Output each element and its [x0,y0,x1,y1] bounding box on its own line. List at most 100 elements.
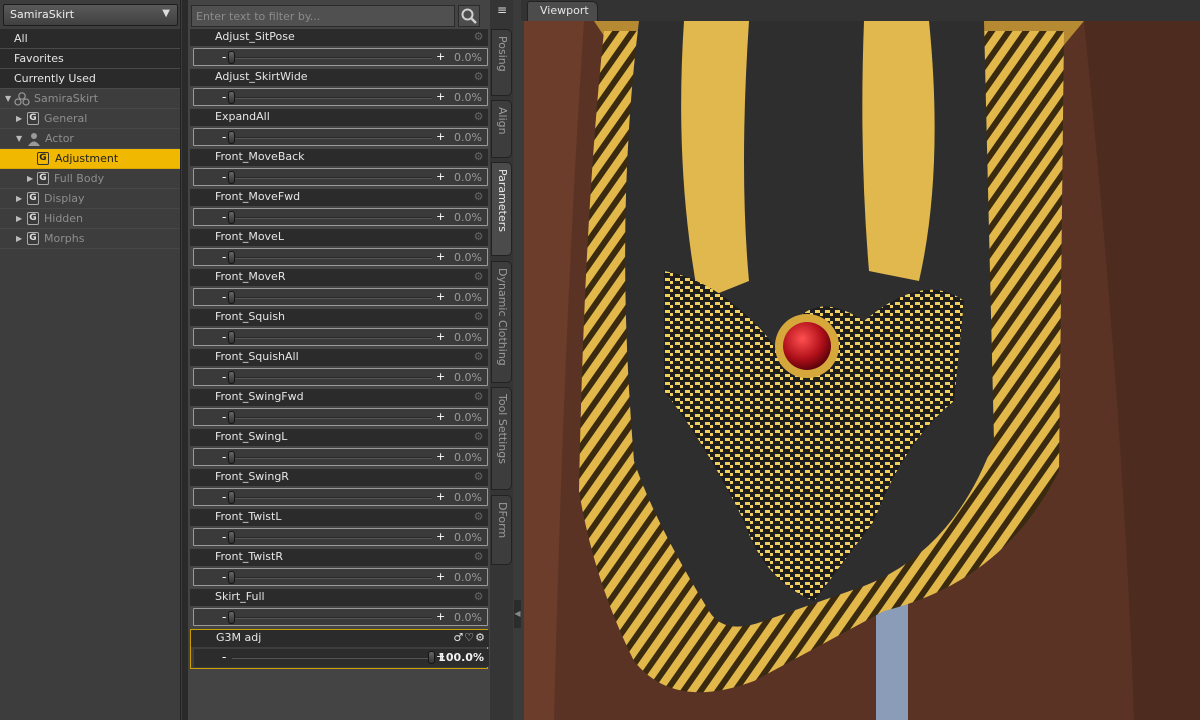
slider-adjust-skirtwide[interactable]: Adjust_SkirtWide ⚙ - +0.0% [190,69,488,108]
collapsed-arrow-icon[interactable]: ▶ [16,229,22,249]
slider-rail[interactable] [232,137,432,139]
collapse-arrow-icon[interactable]: ◀ [514,600,521,628]
tree-node-actor[interactable]: ▼ Actor [0,129,180,149]
decrement-button[interactable]: - [222,289,226,305]
slider-knob[interactable] [228,51,235,64]
decrement-button[interactable]: - [222,649,226,665]
decrement-button[interactable]: - [222,569,226,585]
decrement-button[interactable]: - [222,49,226,65]
decrement-button[interactable]: - [222,329,226,345]
increment-button[interactable]: + [436,449,445,465]
slider-adjust-sitpose[interactable]: Adjust_SitPose ⚙ - +0.0% [190,29,488,68]
slider-front-twistr[interactable]: Front_TwistR ⚙ - +0.0% [190,549,488,588]
increment-button[interactable]: + [436,609,445,625]
increment-button[interactable]: + [436,169,445,185]
tab-parameters[interactable]: Parameters [491,162,512,256]
slider-rail[interactable] [232,217,432,219]
slider-value[interactable]: 0.0% [454,290,482,306]
slider-knob[interactable] [228,451,235,464]
slider-rail[interactable] [232,497,432,499]
gear-icon[interactable]: ⚙ [472,70,485,83]
slider-knob[interactable] [228,331,235,344]
gear-icon[interactable]: ⚙ [472,270,485,283]
slider-rail[interactable] [232,177,432,179]
slider-rail[interactable] [232,57,432,59]
increment-button[interactable]: + [436,329,445,345]
gear-icon[interactable]: ⚙ [472,310,485,323]
slider-value[interactable]: 100.0% [438,650,484,666]
slider-track-box[interactable]: - +0.0% [193,408,488,426]
tab-viewport[interactable]: Viewport [527,1,598,21]
slider-value[interactable]: 0.0% [454,570,482,586]
tree-node-morphs[interactable]: ▶ G Morphs [0,229,180,249]
increment-button[interactable]: + [436,209,445,225]
decrement-button[interactable]: - [222,129,226,145]
decrement-button[interactable]: - [222,249,226,265]
slider-value[interactable]: 0.0% [454,450,482,466]
decrement-button[interactable]: - [222,409,226,425]
slider-value[interactable]: 0.0% [454,250,482,266]
decrement-button[interactable]: - [222,369,226,385]
slider-rail[interactable] [232,617,432,619]
slider-front-swingr[interactable]: Front_SwingR ⚙ - +0.0% [190,469,488,508]
slider-value[interactable]: 0.0% [454,490,482,506]
slider-knob[interactable] [228,611,235,624]
decrement-button[interactable]: - [222,489,226,505]
slider-track-box[interactable]: - +0.0% [193,448,488,466]
slider-knob[interactable] [228,411,235,424]
slider-track-box[interactable]: - +0.0% [193,88,488,106]
slider-knob[interactable] [228,91,235,104]
filter-currently-used[interactable]: Currently Used [0,69,180,89]
gear-icon[interactable]: ⚙ [472,430,485,443]
decrement-button[interactable]: - [222,209,226,225]
increment-button[interactable]: + [436,529,445,545]
chevron-down-icon[interactable]: ▼ [162,8,170,19]
slider-track-box[interactable]: - +0.0% [193,288,488,306]
expanded-arrow-icon[interactable]: ▼ [16,129,22,149]
slider-front-movel[interactable]: Front_MoveL ⚙ - +0.0% [190,229,488,268]
slider-rail[interactable] [232,257,432,259]
gear-icon[interactable]: ⚙ [472,230,485,243]
increment-button[interactable]: + [436,49,445,65]
slider-value[interactable]: 0.0% [454,170,482,186]
slider-value[interactable]: 0.0% [454,130,482,146]
gear-icon[interactable]: ⚙ [472,510,485,523]
slider-track-box[interactable]: - +0.0% [193,248,488,266]
tab-posing[interactable]: Posing [491,29,512,96]
slider-rail[interactable] [232,377,432,379]
search-input[interactable]: Enter text to filter by... [191,5,455,27]
tree-node-display[interactable]: ▶ G Display [0,189,180,209]
gear-icon[interactable]: ⚙ [475,631,486,644]
tree-node-general[interactable]: ▶ G General [0,109,180,129]
slider-value[interactable]: 0.0% [454,610,482,626]
increment-button[interactable]: + [436,129,445,145]
slider-track-box[interactable]: - +0.0% [193,48,488,66]
slider-value[interactable]: 0.0% [454,90,482,106]
slider-track-box[interactable]: - +0.0% [193,488,488,506]
gear-icon[interactable]: ⚙ [472,30,485,43]
decrement-button[interactable]: - [222,89,226,105]
slider-rail[interactable] [232,97,432,99]
favorite-heart-icon[interactable]: ♡ [464,631,475,644]
slider-knob[interactable] [228,371,235,384]
slider-skirt-full[interactable]: Skirt_Full ⚙ - +0.0% [190,589,488,628]
increment-button[interactable]: + [436,409,445,425]
slider-knob[interactable] [428,651,435,664]
decrement-button[interactable]: - [222,169,226,185]
slider-value[interactable]: 0.0% [454,210,482,226]
slider-front-mover[interactable]: Front_MoveR ⚙ - +0.0% [190,269,488,308]
gear-icon[interactable]: ⚙ [472,470,485,483]
slider-g3m-adj[interactable]: G3M adj ♂♡⚙ - + 100.0% [190,629,489,669]
slider-track-box[interactable]: - +0.0% [193,168,488,186]
slider-knob[interactable] [228,131,235,144]
tree-node-full-body[interactable]: ▶ G Full Body [0,169,180,189]
gear-icon[interactable]: ⚙ [472,350,485,363]
slider-front-squish[interactable]: Front_Squish ⚙ - +0.0% [190,309,488,348]
slider-front-moveback[interactable]: Front_MoveBack ⚙ - +0.0% [190,149,488,188]
slider-track-box[interactable]: - +0.0% [193,368,488,386]
slider-rail[interactable] [232,297,432,299]
increment-button[interactable]: + [436,569,445,585]
filter-favorites[interactable]: Favorites [0,49,180,69]
slider-expandall[interactable]: ExpandAll ⚙ - +0.0% [190,109,488,148]
slider-front-squishall[interactable]: Front_SquishAll ⚙ - +0.0% [190,349,488,388]
